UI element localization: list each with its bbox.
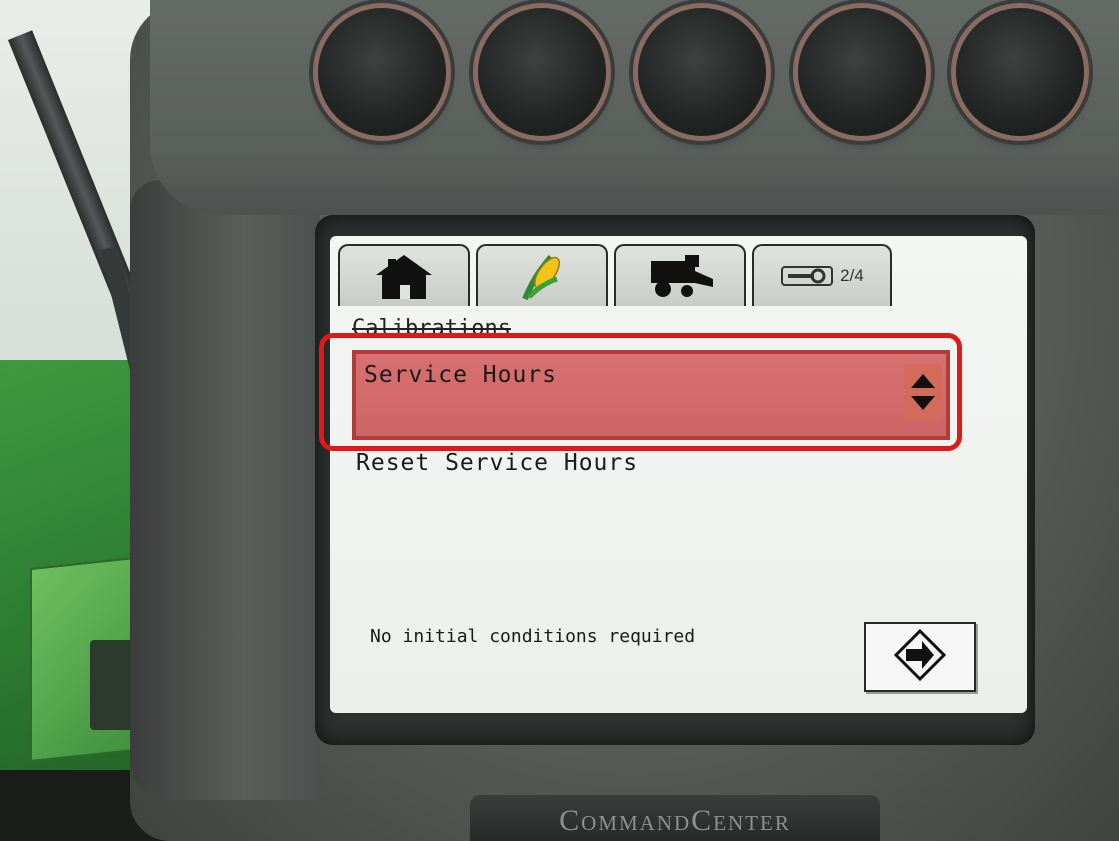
wrench-icon [780, 261, 834, 291]
home-icon [372, 251, 436, 301]
status-message: No initial conditions required [370, 626, 696, 647]
enter-arrow-icon [893, 628, 947, 685]
console-left-side [130, 180, 320, 800]
softkey-1-button[interactable] [318, 8, 446, 136]
brand-logo: CommandCenter [559, 804, 791, 837]
combine-icon [645, 253, 715, 299]
brand-plate: CommandCenter [470, 795, 880, 841]
display-screen: 2/4 Calibrations Service Hours Reset Ser… [330, 236, 1027, 713]
enter-button[interactable] [864, 622, 976, 692]
tab-home[interactable] [338, 244, 470, 306]
highlight-outline [319, 333, 962, 451]
tab-page-indicator: 2/4 [840, 266, 864, 285]
list-item[interactable]: Reset Service Hours [356, 450, 638, 476]
softkey-3-button[interactable] [638, 8, 766, 136]
softkey-2-button[interactable] [478, 8, 606, 136]
softkey-4-button[interactable] [798, 8, 926, 136]
tab-crop[interactable] [476, 244, 608, 306]
softkey-5-button[interactable] [956, 8, 1084, 136]
photo-scene: 2/4 Calibrations Service Hours Reset Ser… [0, 0, 1119, 841]
tab-service[interactable]: 2/4 [752, 244, 892, 306]
tab-machine[interactable] [614, 244, 746, 306]
corn-icon [517, 249, 567, 303]
